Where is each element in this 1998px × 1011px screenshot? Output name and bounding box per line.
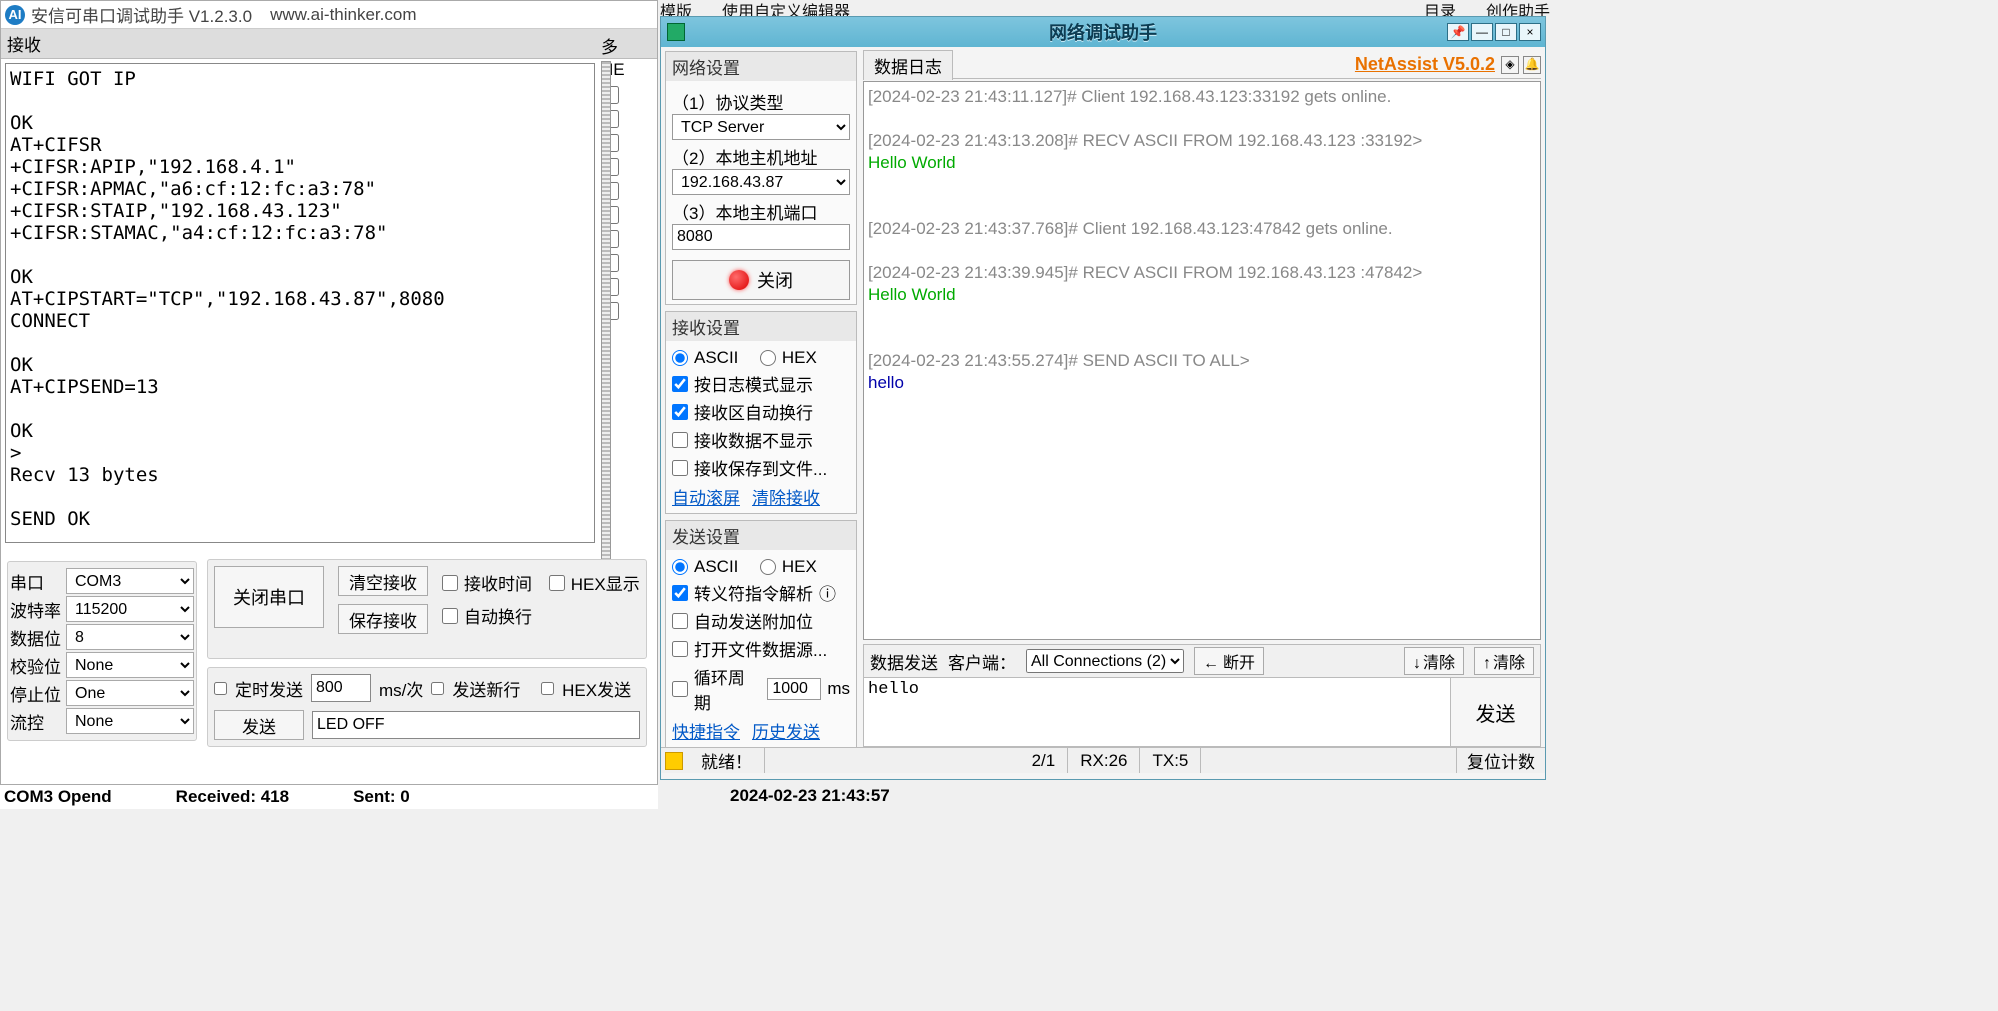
netassist-status-bar: 就绪！ 2/1 RX:26 TX:5 复位计数 — [661, 747, 1545, 773]
splitter-handle[interactable] — [601, 61, 611, 581]
status-conn: 2/1 — [1020, 748, 1069, 773]
open-file-src-checkbox[interactable] — [672, 641, 688, 657]
flow-select[interactable]: None — [66, 708, 194, 734]
clear-up-button[interactable]: 清除 — [1474, 647, 1534, 675]
info-icon[interactable]: ⓘ — [819, 580, 836, 605]
network-send-input[interactable]: hello — [864, 678, 1450, 746]
ready-icon — [665, 752, 683, 770]
clear-rx-button[interactable]: 清空接收 — [338, 566, 428, 596]
auto-scroll-link[interactable]: 自动滚屏 — [672, 484, 740, 509]
send-header-bar: 数据发送 客户端： All Connections (2) 断开 清除 清除 — [863, 644, 1541, 677]
log-mode-checkbox[interactable] — [672, 376, 688, 392]
outer-menu-hints: 模版 使用自定义编辑器 目录 创作助手 — [660, 0, 1550, 16]
timed-send-checkbox[interactable] — [214, 682, 227, 695]
save-rx-file-checkbox[interactable] — [672, 460, 688, 476]
bell-icon[interactable]: 🔔 — [1523, 56, 1541, 74]
interval-input[interactable] — [311, 674, 371, 702]
timestamp-label: 2024-02-23 21:43:57 — [730, 786, 890, 806]
history-send-link[interactable]: 历史发送 — [752, 718, 820, 743]
status-ready: 就绪！ — [689, 748, 765, 773]
auto-wrap-checkbox[interactable] — [442, 608, 458, 624]
status-port: COM3 Opend — [4, 787, 112, 807]
network-send-button[interactable]: 发送 — [1450, 678, 1540, 746]
databits-select[interactable]: 8 — [66, 624, 194, 650]
rx-autowrap-checkbox[interactable] — [672, 404, 688, 420]
rx-section-label: 接收 — [1, 29, 657, 59]
reset-count-button[interactable]: 复位计数 — [1456, 748, 1545, 773]
brand-label[interactable]: NetAssist V5.0.2 — [1355, 54, 1495, 75]
serial-send-button[interactable]: 发送 — [214, 710, 304, 740]
serial-assistant-window: AI 安信可串口调试助手 V1.2.3.0 www.ai-thinker.com… — [0, 0, 658, 785]
app-logo-icon: AI — [5, 5, 25, 25]
escape-checkbox[interactable] — [672, 585, 688, 601]
netassist-window: 网络调试助手 📌 — □ × 网络设置 （1）协议类型 TCP Server （… — [660, 16, 1546, 780]
rx-ascii-radio[interactable] — [672, 350, 688, 366]
close-icon[interactable]: × — [1519, 23, 1541, 41]
tx-ascii-radio[interactable] — [672, 559, 688, 575]
close-connection-button[interactable]: 关闭 — [672, 260, 850, 300]
maximize-icon[interactable]: □ — [1495, 23, 1517, 41]
log-tab-header: 数据日志 NetAssist V5.0.2 ◈ 🔔 — [863, 51, 1541, 79]
clear-down-button[interactable]: 清除 — [1404, 647, 1464, 675]
quick-cmd-link[interactable]: 快捷指令 — [672, 718, 740, 743]
network-settings-group: 网络设置 （1）协议类型 TCP Server （2）本地主机地址 192.16… — [665, 51, 857, 305]
clear-rx-link[interactable]: 清除接收 — [752, 484, 820, 509]
local-port-input[interactable] — [672, 224, 850, 250]
parity-select[interactable]: None — [66, 652, 194, 678]
rx-settings-group: 接收设置 ASCII HEX 按日志模式显示 接收区自动换行 接收数据不显示 接… — [665, 311, 857, 514]
hex-display-checkbox[interactable] — [549, 575, 565, 591]
serial-url: www.ai-thinker.com — [270, 5, 416, 25]
netassist-titlebar: 网络调试助手 📌 — □ × — [661, 17, 1545, 47]
netassist-main: 数据日志 NetAssist V5.0.2 ◈ 🔔 [2024-02-23 21… — [861, 47, 1545, 747]
rx-hex-radio[interactable] — [760, 350, 776, 366]
netassist-icon — [667, 23, 685, 41]
hex-send-checkbox[interactable] — [541, 682, 554, 695]
baud-select[interactable]: 115200 — [66, 596, 194, 622]
serial-titlebar: AI 安信可串口调试助手 V1.2.3.0 www.ai-thinker.com — [1, 1, 657, 29]
client-connection-select[interactable]: All Connections (2) — [1026, 649, 1184, 673]
local-host-select[interactable]: 192.168.43.87 — [672, 169, 850, 195]
serial-config-panel: 串口COM3 波特率115200 数据位8 校验位None 停止位One 流控N… — [7, 561, 197, 741]
protocol-select[interactable]: TCP Server — [672, 114, 850, 140]
netassist-sidebar: 网络设置 （1）协议类型 TCP Server （2）本地主机地址 192.16… — [661, 47, 861, 747]
tx-settings-group: 发送设置 ASCII HEX 转义符指令解析 ⓘ 自动发送附加位 打开文件数据源… — [665, 520, 857, 748]
diamond-icon[interactable]: ◈ — [1501, 56, 1519, 74]
cycle-checkbox[interactable] — [672, 681, 688, 697]
netassist-title: 网络调试助手 — [1049, 19, 1157, 45]
serial-status-bar: COM3 Opend Received: 418 Sent: 0 — [0, 785, 658, 809]
cycle-interval-input[interactable] — [767, 678, 821, 700]
network-log-area[interactable]: [2024-02-23 21:43:11.127]# Client 192.16… — [863, 81, 1541, 640]
serial-title: 安信可串口调试助手 V1.2.3.0 — [31, 2, 252, 27]
record-dot-icon — [729, 270, 749, 290]
disconnect-button[interactable]: 断开 — [1194, 647, 1264, 675]
status-sent: Sent: 0 — [353, 787, 410, 807]
status-rx: RX:26 — [1068, 748, 1140, 773]
status-received: Received: 418 — [176, 787, 289, 807]
status-tx: TX:5 — [1140, 748, 1201, 773]
close-port-button[interactable]: 关闭串口 — [214, 566, 324, 628]
minimize-icon[interactable]: — — [1471, 23, 1493, 41]
serial-button-panel: 关闭串口 清空接收 保存接收 接收时间 HEX显示 自动换行 定时发送 ms/次… — [207, 559, 647, 747]
save-rx-button[interactable]: 保存接收 — [338, 604, 428, 634]
port-select[interactable]: COM3 — [66, 568, 194, 594]
hide-rx-checkbox[interactable] — [672, 432, 688, 448]
send-newline-checkbox[interactable] — [431, 682, 444, 695]
serial-rx-textarea[interactable]: WIFI GOT IP OK AT+CIFSR +CIFSR:APIP,"192… — [5, 63, 595, 543]
pin-icon[interactable]: 📌 — [1447, 23, 1469, 41]
serial-send-input[interactable] — [312, 711, 640, 739]
rx-time-checkbox[interactable] — [442, 575, 458, 591]
tx-hex-radio[interactable] — [760, 559, 776, 575]
stopbits-select[interactable]: One — [66, 680, 194, 706]
tab-data-log[interactable]: 数据日志 — [863, 50, 953, 80]
auto-append-checkbox[interactable] — [672, 613, 688, 629]
